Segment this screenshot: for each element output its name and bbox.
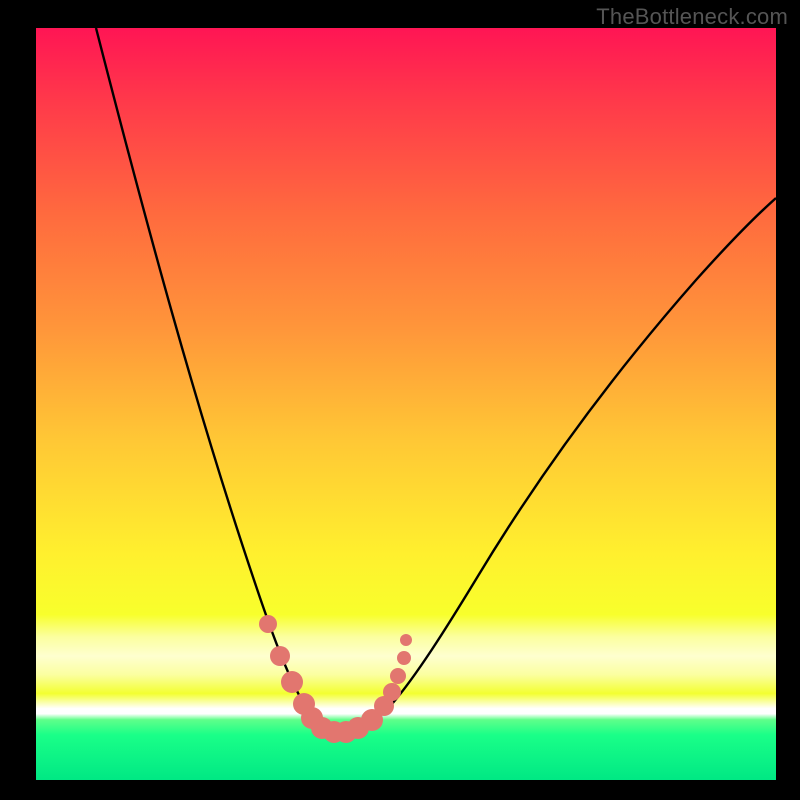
plot-area (36, 28, 776, 780)
highlight-dots (259, 615, 412, 743)
bottleneck-curve (96, 28, 776, 732)
watermark-text: TheBottleneck.com (596, 4, 788, 30)
chart-frame: TheBottleneck.com (0, 0, 800, 800)
curve-layer (36, 28, 776, 780)
